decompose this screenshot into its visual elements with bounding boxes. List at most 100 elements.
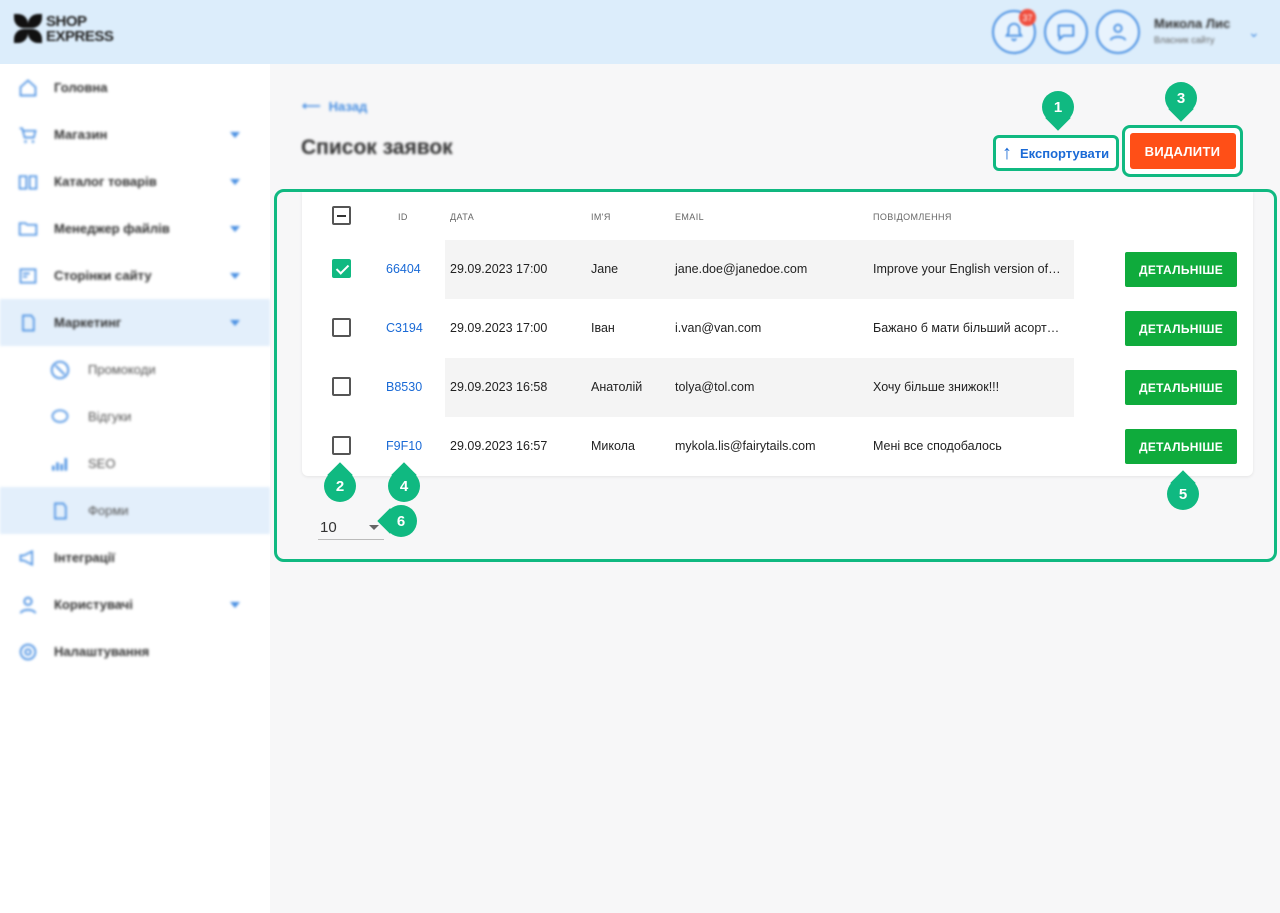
settings-icon [16,640,40,664]
callout-marker-4: 4 [388,470,420,502]
chat-bubble-icon [1057,24,1075,42]
arrow-left-icon: ⟵ [302,98,321,113]
column-header-email[interactable]: EMAIL [675,212,704,222]
row-email: mykola.lis@fairytails.com [675,439,816,453]
sidebar-item-shop[interactable]: Магазин [0,111,270,158]
dropdown-arrow-icon [369,525,379,530]
callout-marker-1: 1 [1042,91,1074,123]
row-id-link[interactable]: C3194 [386,321,423,335]
sidebar-item-marketing[interactable]: Маркетинг [0,299,270,346]
user-icon [1109,23,1127,41]
top-bar: SHOP EXPRESS 37 Микола Лис Власник сайту… [0,0,1280,64]
home-icon [16,76,40,100]
per-page-select[interactable]: 10 [318,515,384,540]
sidebar-item-files[interactable]: Менеджер файлів [0,205,270,252]
row-message: Хочу більше знижок!!! [873,380,1000,394]
row-date: 29.09.2023 16:58 [450,380,548,394]
table-row[interactable]: B8530 29.09.2023 16:58 Анатолій tolya@to… [302,358,1253,417]
row-date: 29.09.2023 17:00 [450,262,548,276]
table-row[interactable]: F9F10 29.09.2023 16:57 Микола mykola.lis… [302,417,1253,476]
table-row[interactable]: C3194 29.09.2023 17:00 Іван i.van@van.co… [302,299,1253,358]
row-checkbox[interactable] [332,259,351,278]
book-icon [16,170,40,194]
page-title: Список заявок [301,136,453,159]
forms-table-panel: ID ДАТА ІМ'Я EMAIL ПОВІДОМЛЕННЯ 66404 29… [274,189,1277,562]
folder-icon [16,217,40,241]
form-icon [48,499,72,523]
row-id-link[interactable]: F9F10 [386,439,422,453]
callout-marker-6: 6 [385,505,417,537]
row-email: jane.doe@janedoe.com [675,262,808,276]
megaphone-icon [16,546,40,570]
row-email: tolya@tol.com [675,380,755,394]
forms-table: ID ДАТА ІМ'Я EMAIL ПОВІДОМЛЕННЯ 66404 29… [302,192,1253,476]
sidebar-item-reviews[interactable]: Відгуки [0,393,270,440]
row-name: Анатолій [591,380,643,394]
notification-badge: 37 [1019,9,1036,26]
chevron-down-icon[interactable]: ⌄ [1248,24,1260,41]
sidebar-item-settings[interactable]: Налаштування [0,628,270,675]
arrow-up-icon: ↑ [1002,142,1012,164]
column-header-id[interactable]: ID [398,212,408,222]
sidebar: Головна Магазин Каталог товарів Менеджер… [0,64,270,913]
user-name: Микола Лис [1154,16,1231,31]
table-header: ID ДАТА ІМ'Я EMAIL ПОВІДОМЛЕННЯ [302,192,1253,242]
callout-marker-5: 5 [1167,478,1199,510]
caret-down-icon [230,178,240,185]
row-name: Jane [591,262,619,276]
user-role: Власник сайту [1154,35,1215,45]
sidebar-item-home[interactable]: Головна [0,64,270,111]
row-email: i.van@van.com [675,321,762,335]
caret-down-icon [230,225,240,232]
row-message: Improve your English version of site [873,262,1063,276]
row-id-link[interactable]: B8530 [386,380,422,394]
export-button[interactable]: ↑ Експортувати [993,135,1119,171]
row-checkbox[interactable] [332,436,351,455]
details-button[interactable]: ДЕТАЛЬНІШЕ [1125,311,1237,346]
column-header-name[interactable]: ІМ'Я [591,212,611,222]
row-message: Бажано б мати більший асортимент [873,321,1063,335]
logo-line1: SHOP [46,13,87,30]
sidebar-item-pages[interactable]: Сторінки сайту [0,252,270,299]
sidebar-item-promocodes[interactable]: Промокоди [0,346,270,393]
logo-line2: EXPRESS [46,28,114,45]
percent-icon [48,358,72,382]
profile-button[interactable] [1096,10,1140,54]
row-date: 29.09.2023 17:00 [450,321,548,335]
row-date: 29.09.2023 16:57 [450,439,548,453]
row-checkbox[interactable] [332,377,351,396]
delete-button-frame: ВИДАЛИТИ [1122,125,1243,177]
marketing-icon [16,311,40,335]
sidebar-item-integrations[interactable]: Інтеграції [0,534,270,581]
details-button[interactable]: ДЕТАЛЬНІШЕ [1125,252,1237,287]
row-checkbox[interactable] [332,318,351,337]
caret-down-icon [230,319,240,326]
notifications-button[interactable]: 37 [992,9,1036,54]
users-icon [16,593,40,617]
shop-express-logo[interactable]: SHOP EXPRESS [14,13,114,45]
callout-marker-3: 3 [1165,82,1197,114]
delete-button[interactable]: ВИДАЛИТИ [1129,133,1236,169]
sidebar-item-catalog[interactable]: Каталог товарів [0,158,270,205]
main-content: ⟵ Назад Список заявок 1 ↑ Експортувати 3… [270,64,1280,913]
row-id-link[interactable]: 66404 [386,262,421,276]
row-name: Микола [591,439,635,453]
column-header-message[interactable]: ПОВІДОМЛЕННЯ [873,212,952,222]
sidebar-item-forms[interactable]: Форми [0,487,270,534]
row-message: Мені все сподобалось [873,439,1002,453]
details-button[interactable]: ДЕТАЛЬНІШЕ [1125,429,1237,464]
caret-down-icon [230,601,240,608]
user-info[interactable]: Микола Лис Власник сайту [1154,16,1230,45]
messages-button[interactable] [1044,10,1088,54]
select-all-checkbox[interactable] [332,206,351,225]
back-link[interactable]: ⟵ Назад [302,98,367,114]
sidebar-item-users[interactable]: Користувачі [0,581,270,628]
callout-marker-2: 2 [324,470,356,502]
details-button[interactable]: ДЕТАЛЬНІШЕ [1125,370,1237,405]
chat-icon [48,405,72,429]
table-row[interactable]: 66404 29.09.2023 17:00 Jane jane.doe@jan… [302,240,1253,299]
cart-icon [16,123,40,147]
logo-icon [14,14,42,44]
column-header-date[interactable]: ДАТА [450,212,474,222]
sidebar-item-seo[interactable]: SEO [0,440,270,487]
